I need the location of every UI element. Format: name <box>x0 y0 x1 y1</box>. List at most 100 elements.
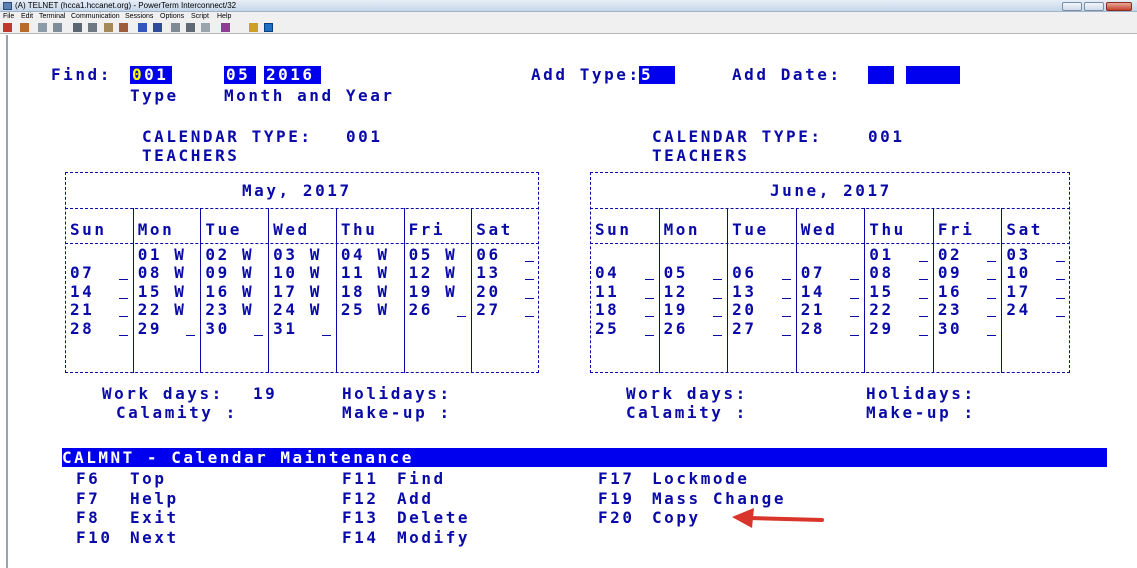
cal1-date-cell[interactable]: 12 <box>664 282 688 301</box>
tools-icon[interactable] <box>171 23 180 32</box>
cal0-date-cell[interactable]: 07 <box>70 264 94 282</box>
keyboard-icon[interactable] <box>138 23 147 32</box>
cal1-date-cell[interactable]: 22 <box>869 301 893 319</box>
cal1-date-cell[interactable]: 26 <box>664 319 688 338</box>
disconnect-icon[interactable] <box>20 23 29 32</box>
cal0-date-cell[interactable]: 27 <box>476 301 500 319</box>
cal1-date-cell[interactable]: 04 <box>595 264 619 282</box>
type-input[interactable]: 001 <box>130 66 172 84</box>
display-icon[interactable] <box>153 23 162 32</box>
cal1-date-cell[interactable]: 11 <box>595 282 619 301</box>
cal1-date-cell[interactable]: 16 <box>938 282 962 301</box>
f20-copy-action[interactable]: Copy <box>652 509 701 527</box>
add-date-year-input[interactable] <box>906 66 960 84</box>
cal1-date-cell[interactable]: 23 <box>938 301 962 319</box>
f7-help-action[interactable]: Help <box>130 490 179 508</box>
cal0-date-cell[interactable]: 25 W <box>341 301 390 319</box>
cal1-date-cell[interactable]: 15 <box>869 282 893 301</box>
print-icon[interactable] <box>73 23 82 32</box>
cal0-date-cell[interactable]: 29 <box>138 319 162 338</box>
cal0-date-cell[interactable]: 03 W <box>273 246 322 264</box>
cal0-date-cell[interactable]: 22 W <box>138 301 187 319</box>
minimize-button[interactable] <box>1062 2 1082 11</box>
cal0-date-cell[interactable]: 20 <box>476 282 500 301</box>
cal1-date-cell[interactable]: 21 <box>801 301 825 319</box>
cal0-date-cell[interactable]: 30 <box>205 319 229 338</box>
cal1-date-cell[interactable]: 05 <box>664 264 688 282</box>
cal0-date-cell[interactable]: 31 <box>273 319 297 338</box>
terminal-icon[interactable] <box>264 23 273 32</box>
cal1-date-cell[interactable]: 17 <box>1006 282 1030 301</box>
cal0-date-cell[interactable]: 21 <box>70 301 94 319</box>
cal0-date-cell[interactable]: 23 W <box>205 301 254 319</box>
cal0-date-cell[interactable]: 04 W <box>341 246 390 264</box>
cal0-date-cell[interactable]: 02 W <box>205 246 254 264</box>
month-input[interactable]: 05 <box>224 66 256 84</box>
menu-file[interactable]: File <box>3 12 14 22</box>
cal0-date-cell[interactable]: 11 W <box>341 264 390 282</box>
settings-icon[interactable] <box>186 23 195 32</box>
cal0-date-cell[interactable]: 05 W <box>409 246 458 264</box>
close-button[interactable] <box>1106 2 1132 11</box>
cal1-date-cell[interactable]: 01 <box>869 246 893 264</box>
maximize-button[interactable] <box>1084 2 1104 11</box>
cal1-date-cell[interactable]: 18 <box>595 301 619 319</box>
copy-icon[interactable] <box>38 23 47 32</box>
cal1-date-cell[interactable]: 20 <box>732 301 756 319</box>
cal1-date-cell[interactable]: 06 <box>732 264 756 282</box>
connect-icon[interactable] <box>3 23 12 32</box>
year-input[interactable]: 2016 <box>264 66 321 84</box>
cal1-date-cell[interactable]: 29 <box>869 319 893 338</box>
cal0-date-cell[interactable]: 28 <box>70 319 94 338</box>
script-icon[interactable] <box>221 23 230 32</box>
cal1-date-cell[interactable]: 19 <box>664 301 688 319</box>
menu-edit[interactable]: Edit <box>21 12 33 22</box>
print-screen-icon[interactable] <box>88 23 97 32</box>
options-icon[interactable] <box>249 23 258 32</box>
menu-sessions[interactable]: Sessions <box>125 12 153 22</box>
cal0-date-cell[interactable]: 12 W <box>409 264 458 282</box>
f10-next-action[interactable]: Next <box>130 529 179 547</box>
cal1-date-cell[interactable]: 03 <box>1006 246 1030 264</box>
cal1-date-cell[interactable]: 10 <box>1006 264 1030 282</box>
f12-add-action[interactable]: Add <box>397 490 434 508</box>
cal0-date-cell[interactable]: 19 W <box>409 282 458 301</box>
cal1-date-cell[interactable]: 08 <box>869 264 893 282</box>
cal0-date-cell[interactable]: 15 W <box>138 282 187 301</box>
cal1-date-cell[interactable]: 14 <box>801 282 825 301</box>
cal0-date-cell[interactable]: 17 W <box>273 282 322 301</box>
cal1-date-cell[interactable]: 13 <box>732 282 756 301</box>
cal0-date-cell[interactable]: 10 W <box>273 264 322 282</box>
f14-modify-action[interactable]: Modify <box>397 529 470 547</box>
cal0-date-cell[interactable]: 01 W <box>138 246 187 264</box>
cal0-date-cell[interactable]: 09 W <box>205 264 254 282</box>
menu-communication[interactable]: Communication <box>71 12 120 22</box>
menu-help[interactable]: Help <box>217 12 231 22</box>
f17-lockmode-action[interactable]: Lockmode <box>652 470 749 488</box>
cal0-date-cell[interactable]: 14 <box>70 282 94 301</box>
f6-top-action[interactable]: Top <box>130 470 167 488</box>
cal0-date-cell[interactable]: 08 W <box>138 264 187 282</box>
terminal-screen[interactable]: Find: 001 05 2016 Add Type: 5 Add Date: … <box>6 35 1131 568</box>
cal1-date-cell[interactable]: 30 <box>938 319 962 338</box>
menu-terminal[interactable]: Terminal <box>39 12 65 22</box>
cal0-date-cell[interactable]: 16 W <box>205 282 254 301</box>
macro-icon[interactable] <box>119 23 128 32</box>
grid-icon[interactable] <box>201 23 210 32</box>
menu-options[interactable]: Options <box>160 12 184 22</box>
add-date-month-input[interactable] <box>868 66 894 84</box>
cal0-date-cell[interactable]: 06 <box>476 246 500 264</box>
cal0-date-cell[interactable]: 26 <box>409 301 433 319</box>
cal1-date-cell[interactable]: 02 <box>938 246 962 264</box>
cal0-date-cell[interactable]: 24 W <box>273 301 322 319</box>
f13-delete-action[interactable]: Delete <box>397 509 470 527</box>
paste-icon[interactable] <box>53 23 62 32</box>
cal0-date-cell[interactable]: 13 <box>476 264 500 282</box>
capture-icon[interactable] <box>104 23 113 32</box>
add-type-input[interactable]: 5 <box>639 66 675 84</box>
window-title-bar[interactable]: (A) TELNET (hcca1.hccanet.org) - PowerTe… <box>0 0 1137 12</box>
cal1-date-cell[interactable]: 27 <box>732 319 756 338</box>
cal1-date-cell[interactable]: 25 <box>595 319 619 338</box>
cal0-date-cell[interactable]: 18 W <box>341 282 390 301</box>
menu-script[interactable]: Script <box>191 12 209 22</box>
